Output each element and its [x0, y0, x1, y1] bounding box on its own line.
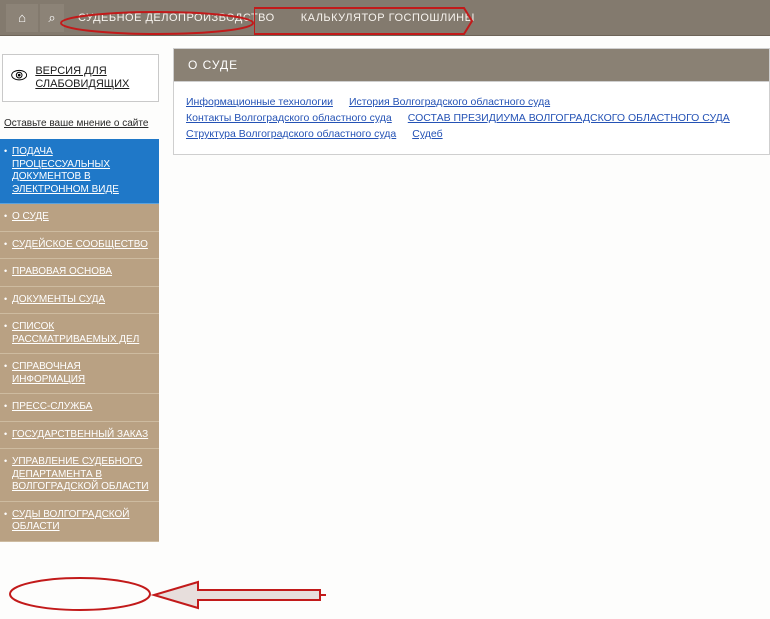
sublink-structure[interactable]: Структура Волгоградского областного суда — [186, 128, 396, 140]
sidebar-item-legal[interactable]: ПРАВОВАЯ ОСНОВА — [0, 259, 159, 287]
sublink-history[interactable]: История Волгоградского областного суда — [349, 96, 550, 108]
sublink-judges[interactable]: Судеб — [412, 128, 442, 140]
sidebar-item-region-courts[interactable]: СУДЫ ВОЛГОГРАДСКОЙ ОБЛАСТИ — [0, 502, 159, 542]
search-icon: ⌕ — [48, 10, 55, 26]
sublink-contacts[interactable]: Контакты Волгоградского областного суда — [186, 112, 392, 124]
sidebar-item-label: ПОДАЧА ПРОЦЕССУАЛЬНЫХ ДОКУМЕНТОВ В ЭЛЕКТ… — [12, 146, 119, 195]
sidebar-item-eproc[interactable]: ПОДАЧА ПРОЦЕССУАЛЬНЫХ ДОКУМЕНТОВ В ЭЛЕКТ… — [0, 139, 159, 204]
sidebar-item-label: СУДЫ ВОЛГОГРАДСКОЙ ОБЛАСТИ — [12, 509, 130, 533]
sidebar-item-label: СПИСОК РАССМАТРИВАЕМЫХ ДЕЛ — [12, 321, 139, 345]
sidebar-item-label: ГОСУДАРСТВЕННЫЙ ЗАКАЗ — [12, 429, 148, 440]
sidebar-item-label: ПРЕСС-СЛУЖБА — [12, 401, 92, 412]
sidebar-item-about[interactable]: О СУДЕ — [0, 204, 159, 232]
feedback-link[interactable]: Оставьте ваше мнение о сайте — [0, 102, 159, 139]
accessibility-label[interactable]: ВЕРСИЯ ДЛЯ СЛАБОВИДЯЩИХ — [35, 65, 150, 91]
sublink-presidium[interactable]: СОСТАВ ПРЕЗИДИУМА ВОЛГОГРАДСКОГО ОБЛАСТН… — [408, 112, 730, 124]
sidebar-item-label: ДОКУМЕНТЫ СУДА — [12, 294, 105, 305]
eye-icon — [11, 69, 27, 87]
home-button[interactable]: ⌂ — [6, 4, 38, 32]
sublink-it[interactable]: Информационные технологии — [186, 96, 333, 108]
page-title: О СУДЕ — [173, 48, 770, 81]
home-icon: ⌂ — [18, 10, 26, 25]
sidebar-item-press[interactable]: ПРЕСС-СЛУЖБА — [0, 394, 159, 422]
content-card: Информационные технологии История Волгог… — [173, 81, 770, 155]
sidebar-item-label: УПРАВЛЕНИЕ СУДЕБНОГО ДЕПАРТАМЕНТА В ВОЛГ… — [12, 456, 149, 492]
sidebar-item-department[interactable]: УПРАВЛЕНИЕ СУДЕБНОГО ДЕПАРТАМЕНТА В ВОЛГ… — [0, 449, 159, 502]
sidebar-item-label: СПРАВОЧНАЯ ИНФОРМАЦИЯ — [12, 361, 85, 385]
search-button[interactable]: ⌕ — [40, 4, 64, 32]
nav-item-calculator[interactable]: КАЛЬКУЛЯТОР ГОСПОШЛИНЫ — [289, 4, 487, 32]
top-nav: ⌂ ⌕ СУДЕБНОЕ ДЕЛОПРОИЗВОДСТВО КАЛЬКУЛЯТО… — [0, 0, 770, 36]
accessibility-version-link[interactable]: ВЕРСИЯ ДЛЯ СЛАБОВИДЯЩИХ — [2, 54, 159, 102]
main-column: О СУДЕ Информационные технологии История… — [159, 36, 770, 542]
sidebar-item-docs[interactable]: ДОКУМЕНТЫ СУДА — [0, 287, 159, 315]
sidebar-item-cases[interactable]: СПИСОК РАССМАТРИВАЕМЫХ ДЕЛ — [0, 314, 159, 354]
annotation-ellipse-bottom — [8, 576, 152, 612]
sidebar-item-label: О СУДЕ — [12, 211, 49, 222]
sidebar-menu: ПОДАЧА ПРОЦЕССУАЛЬНЫХ ДОКУМЕНТОВ В ЭЛЕКТ… — [0, 139, 159, 542]
nav-item-label: СУДЕБНОЕ ДЕЛОПРОИЗВОДСТВО — [78, 12, 275, 24]
sidebar-item-label: СУДЕЙСКОЕ СООБЩЕСТВО — [12, 239, 148, 250]
annotation-arrow-bottom — [150, 576, 328, 614]
sidebar-item-label: ПРАВОВАЯ ОСНОВА — [12, 266, 112, 277]
left-column: ВЕРСИЯ ДЛЯ СЛАБОВИДЯЩИХ Оставьте ваше мн… — [0, 36, 159, 542]
nav-item-proceedings[interactable]: СУДЕБНОЕ ДЕЛОПРОИЗВОДСТВО — [66, 4, 287, 32]
sidebar-item-state-order[interactable]: ГОСУДАРСТВЕННЫЙ ЗАКАЗ — [0, 422, 159, 450]
sidebar-item-reference[interactable]: СПРАВОЧНАЯ ИНФОРМАЦИЯ — [0, 354, 159, 394]
sidebar-item-community[interactable]: СУДЕЙСКОЕ СООБЩЕСТВО — [0, 232, 159, 260]
sublinks: Информационные технологии История Волгог… — [186, 96, 757, 140]
nav-item-label: КАЛЬКУЛЯТОР ГОСПОШЛИНЫ — [301, 12, 475, 24]
